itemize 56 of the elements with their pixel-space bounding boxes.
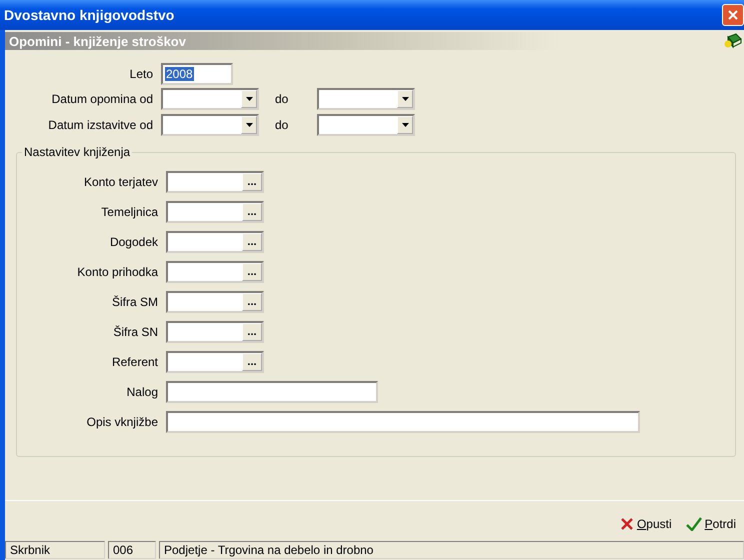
- field-label: Konto prihodka: [76, 265, 159, 279]
- field-label: Leto: [128, 67, 154, 81]
- lookup-field[interactable]: ...: [166, 231, 264, 253]
- field-label: Šifra SM: [110, 295, 159, 309]
- date-dropdown[interactable]: [317, 114, 415, 136]
- lookup-field[interactable]: ...: [166, 261, 264, 283]
- field-label: Datum opomina od: [50, 92, 154, 106]
- dropdown-button[interactable]: [241, 116, 257, 134]
- browse-button[interactable]: ...: [242, 293, 262, 311]
- date-dropdown[interactable]: [161, 88, 259, 110]
- year-field[interactable]: 2008: [161, 63, 233, 85]
- window-title: Dvostavno knjigovodstvo: [4, 7, 174, 23]
- dropdown-arrow-icon: [246, 97, 252, 101]
- help-book-icon[interactable]: [724, 33, 742, 49]
- dropdown-arrow-icon: [402, 97, 408, 101]
- cross-icon: [620, 517, 634, 531]
- status-text: 006: [108, 541, 156, 559]
- dropdown-button[interactable]: [241, 90, 257, 108]
- input-field[interactable]: [166, 381, 378, 403]
- field-label: do: [274, 92, 290, 106]
- form-title: Opomini - knjiženje stroškov: [9, 34, 186, 48]
- lookup-field[interactable]: ...: [166, 171, 264, 193]
- status-text: Skrbnik: [5, 541, 105, 559]
- field-label: Opis vknjižbe: [86, 415, 159, 429]
- input-field[interactable]: [166, 411, 640, 433]
- browse-button[interactable]: ...: [242, 353, 262, 371]
- check-icon: [686, 517, 702, 531]
- confirm-button[interactable]: Potrdi: [686, 515, 736, 533]
- browse-button[interactable]: ...: [242, 173, 262, 191]
- browse-button[interactable]: ...: [242, 263, 262, 281]
- field-label: Šifra SN: [112, 325, 159, 339]
- field-label: Konto terjatev: [82, 175, 159, 189]
- field-label: Referent: [110, 355, 159, 369]
- date-dropdown[interactable]: [161, 114, 259, 136]
- status-text: Podjetje - Trgovina na debelo in drobno: [159, 541, 744, 559]
- cancel-button[interactable]: Opusti: [620, 515, 672, 533]
- lookup-field[interactable]: ...: [166, 291, 264, 313]
- lookup-field[interactable]: ...: [166, 321, 264, 343]
- lookup-field[interactable]: ...: [166, 351, 264, 373]
- field-label: Temeljnica: [100, 205, 159, 219]
- lookup-field[interactable]: ...: [166, 201, 264, 223]
- close-button[interactable]: [722, 4, 744, 26]
- dropdown-arrow-icon: [402, 123, 408, 127]
- date-dropdown[interactable]: [317, 88, 415, 110]
- field-label: Nalog: [126, 385, 159, 399]
- field-label: Dogodek: [108, 235, 159, 249]
- dropdown-button[interactable]: [397, 116, 413, 134]
- dropdown-arrow-icon: [246, 123, 252, 127]
- browse-button[interactable]: ...: [242, 233, 262, 251]
- dropdown-button[interactable]: [397, 90, 413, 108]
- browse-button[interactable]: ...: [242, 323, 262, 341]
- browse-button[interactable]: ...: [242, 203, 262, 221]
- group-title: Nastavitev knjiženja: [22, 145, 132, 159]
- field-label: Datum izstavitve od: [47, 118, 154, 132]
- field-label: do: [274, 118, 290, 132]
- close-icon: [728, 10, 738, 20]
